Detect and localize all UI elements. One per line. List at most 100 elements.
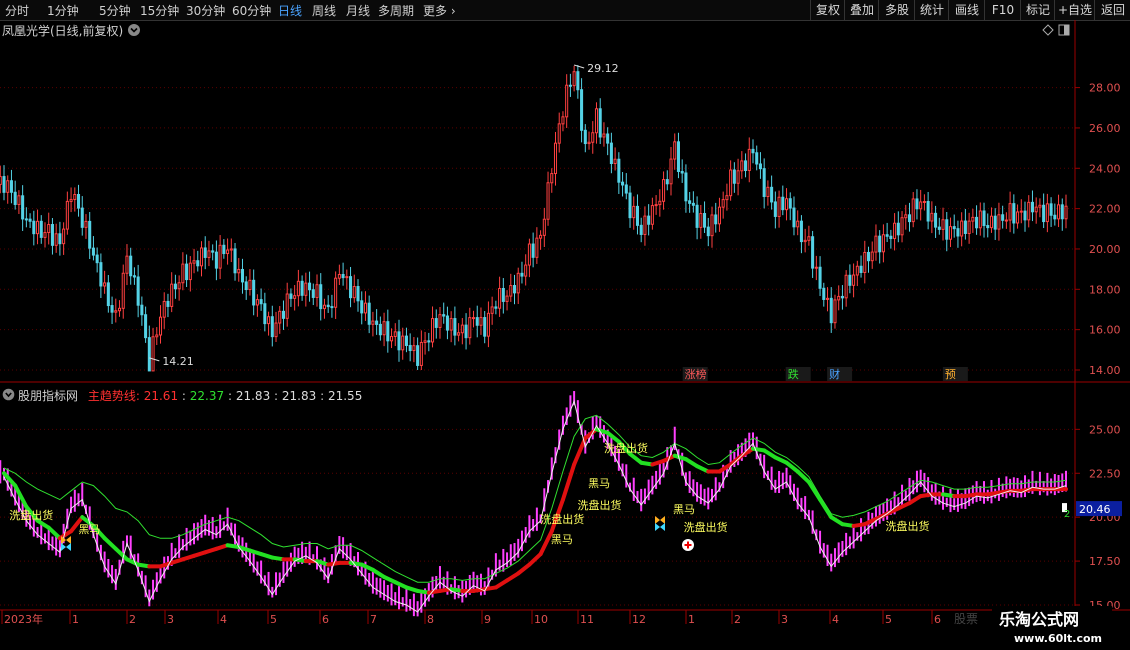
period-tab-15min[interactable]: 15分钟 [140, 2, 179, 19]
candle-body [676, 141, 680, 172]
candle-body [542, 218, 546, 236]
butterfly-icon [61, 543, 71, 551]
multi-stock-button[interactable]: 多股 [878, 0, 915, 20]
candle-body [114, 310, 118, 313]
candle-body [926, 200, 930, 222]
date-axis-label: 6 [934, 613, 941, 626]
candle-body [1019, 210, 1023, 213]
candle-body [270, 316, 274, 338]
candle-body [688, 200, 692, 204]
candle-body [550, 173, 554, 184]
candle-body [1038, 204, 1042, 208]
f10-button[interactable]: F10 [984, 0, 1021, 20]
candle-body [512, 285, 517, 294]
candle-body [77, 194, 81, 209]
period-tab-multi[interactable]: 多周期 [378, 2, 414, 19]
statistics-button[interactable]: 统计 [914, 0, 949, 20]
candle-body [717, 206, 721, 225]
date-axis-label: 12 [632, 613, 646, 626]
candle-body [91, 247, 95, 256]
candle-body [144, 314, 148, 339]
add-favorite-button[interactable]: +自选 [1054, 0, 1095, 20]
candle-body [1008, 203, 1012, 221]
candle-body [516, 272, 520, 294]
candle-body [568, 84, 572, 87]
candle-body [308, 282, 312, 291]
candle-body [539, 234, 543, 239]
overlay-button[interactable]: 叠加 [844, 0, 879, 20]
candle-body [818, 266, 822, 289]
candle-body [73, 194, 77, 200]
date-axis-label: 3 [781, 613, 788, 626]
date-axis-label: 11 [580, 613, 594, 626]
candle-body [650, 205, 654, 225]
candle-body [781, 196, 785, 211]
candle-body [829, 297, 833, 324]
candle-body [796, 220, 800, 228]
candle-body [572, 71, 576, 87]
candle-body [893, 222, 897, 240]
back-button[interactable]: 返回 [1094, 0, 1130, 20]
candle-body [95, 254, 99, 264]
candle-body [706, 226, 710, 237]
candle-body [371, 320, 375, 325]
candle-body [196, 260, 200, 267]
candle-body [870, 251, 874, 262]
candle-body [632, 205, 636, 219]
candle-body [736, 170, 740, 184]
candle-body [621, 181, 625, 186]
candle-body [367, 302, 371, 325]
candle-body [62, 228, 66, 245]
period-tab-5min[interactable]: 5分钟 [99, 2, 131, 19]
candle-body [226, 249, 230, 255]
period-tab-weekly[interactable]: 周线 [312, 2, 336, 19]
trend-line-segment [516, 562, 532, 576]
draw-line-button[interactable]: 画线 [948, 0, 985, 20]
period-toolbar: 分时 1分钟 5分钟 15分钟 30分钟 60分钟 日线 周线 月线 多周期 更… [0, 0, 1130, 21]
more-label: 更多 [423, 4, 448, 18]
candle-body [211, 250, 215, 253]
candle-body [483, 317, 487, 337]
candle-body [624, 184, 628, 194]
candle-body [54, 233, 58, 246]
candle-body [758, 163, 762, 170]
candle-body [341, 274, 345, 279]
candle-body [1012, 203, 1016, 224]
period-tab-30min[interactable]: 30分钟 [186, 2, 225, 19]
period-tab-monthly[interactable]: 月线 [346, 2, 370, 19]
candle-body [643, 215, 647, 235]
signal-label: 洗盘出货 [577, 498, 621, 512]
candle-body [546, 182, 550, 220]
candle-body [662, 179, 666, 202]
candle-body [941, 219, 945, 230]
candle-body [855, 265, 859, 276]
candle-body [967, 220, 971, 234]
trend-line-segment [818, 497, 834, 520]
period-tab-1min[interactable]: 1分钟 [47, 2, 79, 19]
period-tab-fenshi[interactable]: 分时 [5, 2, 29, 19]
candle-body [1064, 205, 1068, 220]
candle-body [296, 280, 300, 297]
candle-body [859, 265, 863, 273]
mark-button[interactable]: 标记 [1020, 0, 1055, 20]
candle-body [21, 195, 25, 220]
candle-body [699, 213, 703, 228]
candle-body [993, 215, 997, 230]
candle-body [229, 248, 233, 251]
candle-body [207, 250, 211, 258]
candle-body [274, 322, 278, 338]
period-tab-daily[interactable]: 日线 [278, 2, 302, 19]
period-tab-60min[interactable]: 60分钟 [232, 2, 271, 19]
candle-body [427, 340, 431, 343]
candle-body [848, 274, 852, 286]
signal-label: 黑马 [673, 503, 695, 516]
chart-canvas[interactable]: 28.00 26.00 24.00 22.00 20.00 18.00 16.00 14.00… [0, 20, 1130, 650]
candle-body [181, 263, 185, 284]
candle-body [714, 214, 718, 225]
candle-body [553, 142, 558, 175]
candle-body [934, 212, 938, 228]
more-periods-button[interactable]: 更多 › [423, 2, 456, 19]
fuquan-button[interactable]: 复权 [810, 0, 845, 20]
candle-body [393, 331, 397, 337]
candle-body [878, 235, 882, 253]
